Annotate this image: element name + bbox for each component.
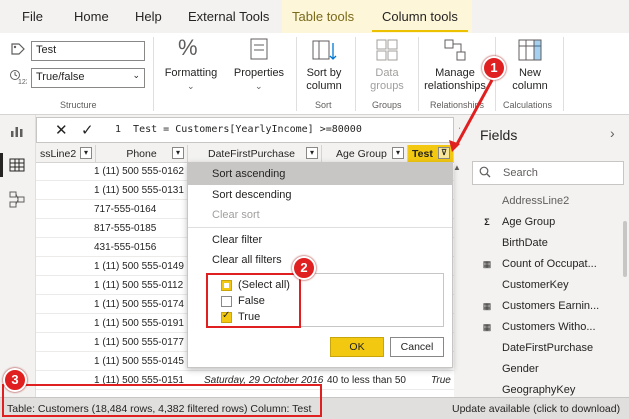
powerbi-window: File Home Help External Tools Table tool… [0,0,629,419]
callout-badge-1: 1 [482,56,506,80]
callout-highlight-box [206,273,301,328]
callout-highlight-box [2,384,322,417]
callout-badge-2: 2 [292,256,316,280]
callout-badge-3: 3 [3,368,27,392]
callout-arrow [449,79,494,152]
